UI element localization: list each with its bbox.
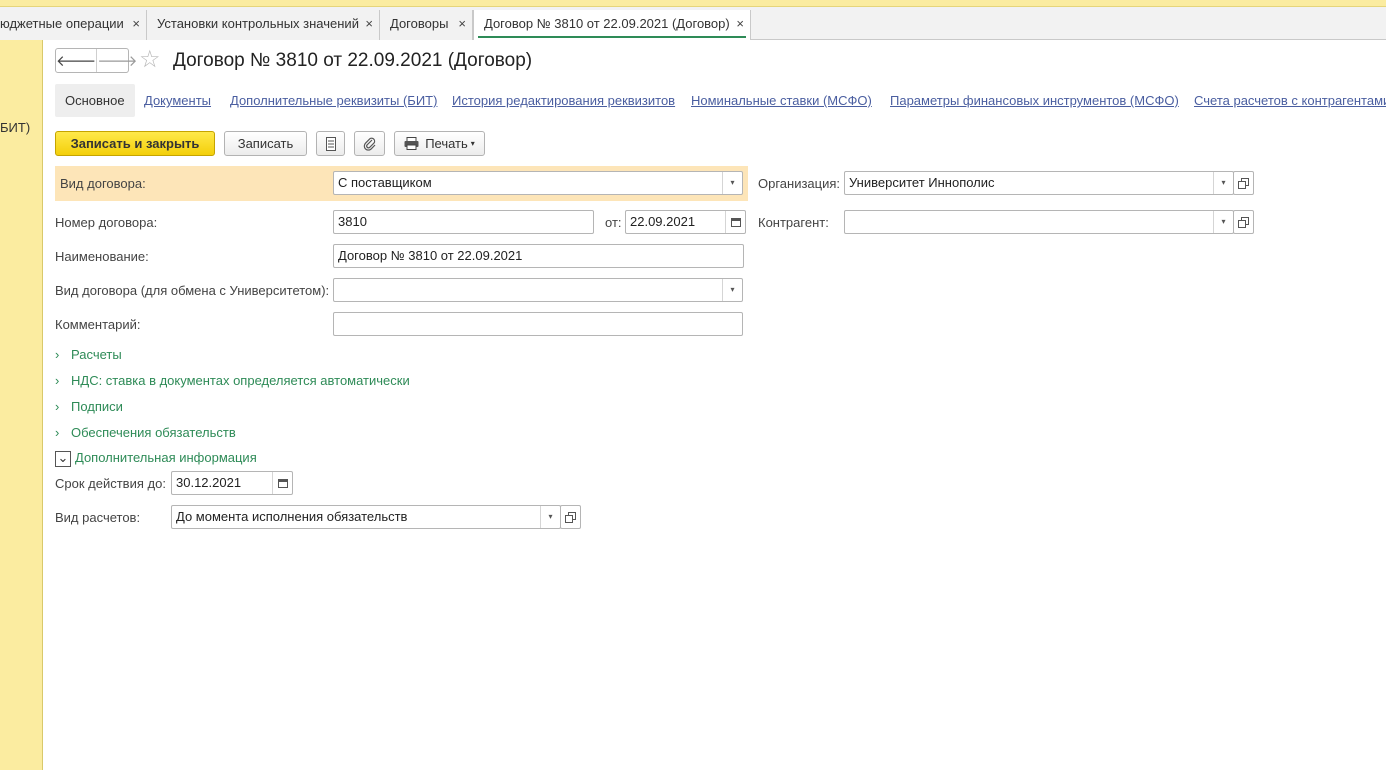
section-additional-requisites[interactable]: Дополнительные реквизиты (БИТ) — [230, 84, 437, 117]
contract-type-select[interactable]: С поставщиком ▾ — [333, 171, 743, 195]
settlement-type-label: Вид расчетов: — [55, 510, 141, 525]
section-nominal-rates[interactable]: Номинальные ставки (МСФО) — [691, 84, 872, 117]
comment-input[interactable] — [333, 312, 743, 336]
counterparty-label: Контрагент: — [758, 215, 829, 230]
open-window-icon — [1238, 177, 1249, 189]
section-counterparty-accounts[interactable]: Счета расчетов с контрагентами — [1194, 84, 1386, 117]
save-button[interactable]: Записать — [224, 131, 307, 156]
close-icon[interactable]: × — [132, 10, 140, 38]
chevron-right-icon: › — [55, 425, 60, 440]
tab-bar: юджетные операции × Установки контрольны… — [0, 7, 1386, 40]
chevron-down-icon[interactable]: ▾ — [1213, 211, 1233, 233]
star-icon[interactable]: ☆ — [139, 47, 161, 73]
history-nav: 🡐 🡒 — [55, 48, 137, 73]
open-window-icon — [1238, 216, 1249, 228]
document-list-button[interactable] — [316, 131, 345, 156]
section-edit-history[interactable]: История редактирования реквизитов — [452, 84, 675, 117]
organization-select[interactable]: Университет Иннополис ▾ — [844, 171, 1234, 195]
group-label: Подписи — [71, 399, 123, 414]
date-input[interactable]: 22.09.2021 — [625, 210, 746, 234]
exchange-type-label: Вид договора (для обмена с Университетом… — [55, 283, 330, 298]
page-title: Договор № 3810 от 22.09.2021 (Договор) — [173, 50, 533, 71]
chevron-down-icon[interactable]: ▾ — [1213, 172, 1233, 194]
tab-contract-3810[interactable]: Договор № 3810 от 22.09.2021 (Договор) × — [473, 10, 751, 40]
organization-value: Университет Иннополис — [849, 175, 995, 190]
tab-contracts[interactable]: Договоры × — [380, 10, 473, 40]
valid-until-label: Срок действия до: — [55, 476, 166, 491]
printer-icon — [404, 137, 419, 150]
number-label: Номер договора: — [55, 215, 158, 230]
group-label: Дополнительная информация — [75, 450, 257, 465]
settlement-type-value: До момента исполнения обязательств — [176, 509, 408, 524]
top-strip — [0, 0, 1386, 7]
chevron-down-icon: ▾ — [470, 139, 475, 148]
valid-until-value: 30.12.2021 — [176, 475, 242, 490]
organization-label: Организация: — [758, 176, 841, 191]
group-obligations[interactable]: › Обеспечения обязательств — [55, 425, 236, 441]
group-signatures[interactable]: › Подписи — [55, 399, 123, 415]
group-vat[interactable]: › НДС: ставка в документах определяется а… — [55, 373, 410, 389]
chevron-down-icon[interactable]: ▾ — [540, 506, 560, 528]
contract-type-value: С поставщиком — [338, 175, 432, 190]
close-icon[interactable]: × — [736, 10, 744, 38]
attach-button[interactable] — [354, 131, 385, 156]
tab-label: Договоры — [390, 16, 449, 31]
contract-type-label: Вид договора: — [60, 176, 146, 191]
left-panel: БИТ) — [0, 40, 43, 770]
save-and-close-button[interactable]: Записать и закрыть — [55, 131, 215, 156]
chevron-right-icon: › — [55, 399, 60, 414]
calendar-icon[interactable] — [725, 211, 745, 233]
chevron-right-icon: › — [55, 373, 60, 388]
print-button[interactable]: Печать ▾ — [394, 131, 485, 156]
tab-budget-operations[interactable]: юджетные операции × — [0, 10, 147, 40]
chevron-down-icon: ⌄ — [55, 451, 71, 467]
open-settlement-type-button[interactable] — [560, 505, 581, 529]
chevron-down-icon[interactable]: ▾ — [722, 172, 742, 194]
calendar-icon[interactable] — [272, 472, 292, 494]
group-label: Расчеты — [71, 347, 122, 362]
tab-label: Установки контрольных значений — [157, 16, 359, 31]
group-label: НДС: ставка в документах определяется ав… — [71, 373, 410, 388]
name-input[interactable]: Договор № 3810 от 22.09.2021 — [333, 244, 744, 268]
counterparty-select[interactable]: ▾ — [844, 210, 1234, 234]
tab-control-values[interactable]: Установки контрольных значений × — [147, 10, 380, 40]
number-input[interactable]: 3810 — [333, 210, 594, 234]
chevron-down-icon[interactable]: ▾ — [722, 279, 742, 301]
settlement-type-select[interactable]: До момента исполнения обязательств ▾ — [171, 505, 561, 529]
print-button-label: Печать — [425, 136, 468, 151]
tab-label: Договор № 3810 от 22.09.2021 (Договор) — [484, 16, 730, 31]
comment-label: Комментарий: — [55, 317, 141, 332]
paperclip-icon — [363, 137, 375, 151]
forward-arrow-icon[interactable]: 🡒 — [96, 49, 137, 72]
close-icon[interactable]: × — [458, 10, 466, 38]
date-value: 22.09.2021 — [630, 214, 696, 229]
list-icon — [325, 136, 336, 151]
open-window-icon — [565, 511, 576, 523]
date-label: от: — [605, 215, 622, 230]
section-financial-instruments[interactable]: Параметры финансовых инструментов (МСФО) — [890, 84, 1179, 117]
name-label: Наименование: — [55, 249, 149, 264]
group-settlements[interactable]: › Расчеты — [55, 347, 122, 363]
group-label: Обеспечения обязательств — [71, 425, 236, 440]
tab-label: юджетные операции — [0, 16, 124, 31]
valid-until-input[interactable]: 30.12.2021 — [171, 471, 293, 495]
exchange-type-select[interactable]: ▾ — [333, 278, 743, 302]
close-icon[interactable]: × — [365, 10, 373, 38]
group-additional-info[interactable]: ⌄ Дополнительная информация — [55, 450, 257, 467]
left-panel-label[interactable]: БИТ) — [0, 120, 30, 135]
open-counterparty-button[interactable] — [1233, 210, 1254, 234]
open-organization-button[interactable] — [1233, 171, 1254, 195]
section-main[interactable]: Основное — [55, 84, 135, 117]
back-arrow-icon[interactable]: 🡐 — [56, 49, 96, 72]
chevron-right-icon: › — [55, 347, 60, 362]
section-documents[interactable]: Документы — [144, 84, 211, 117]
